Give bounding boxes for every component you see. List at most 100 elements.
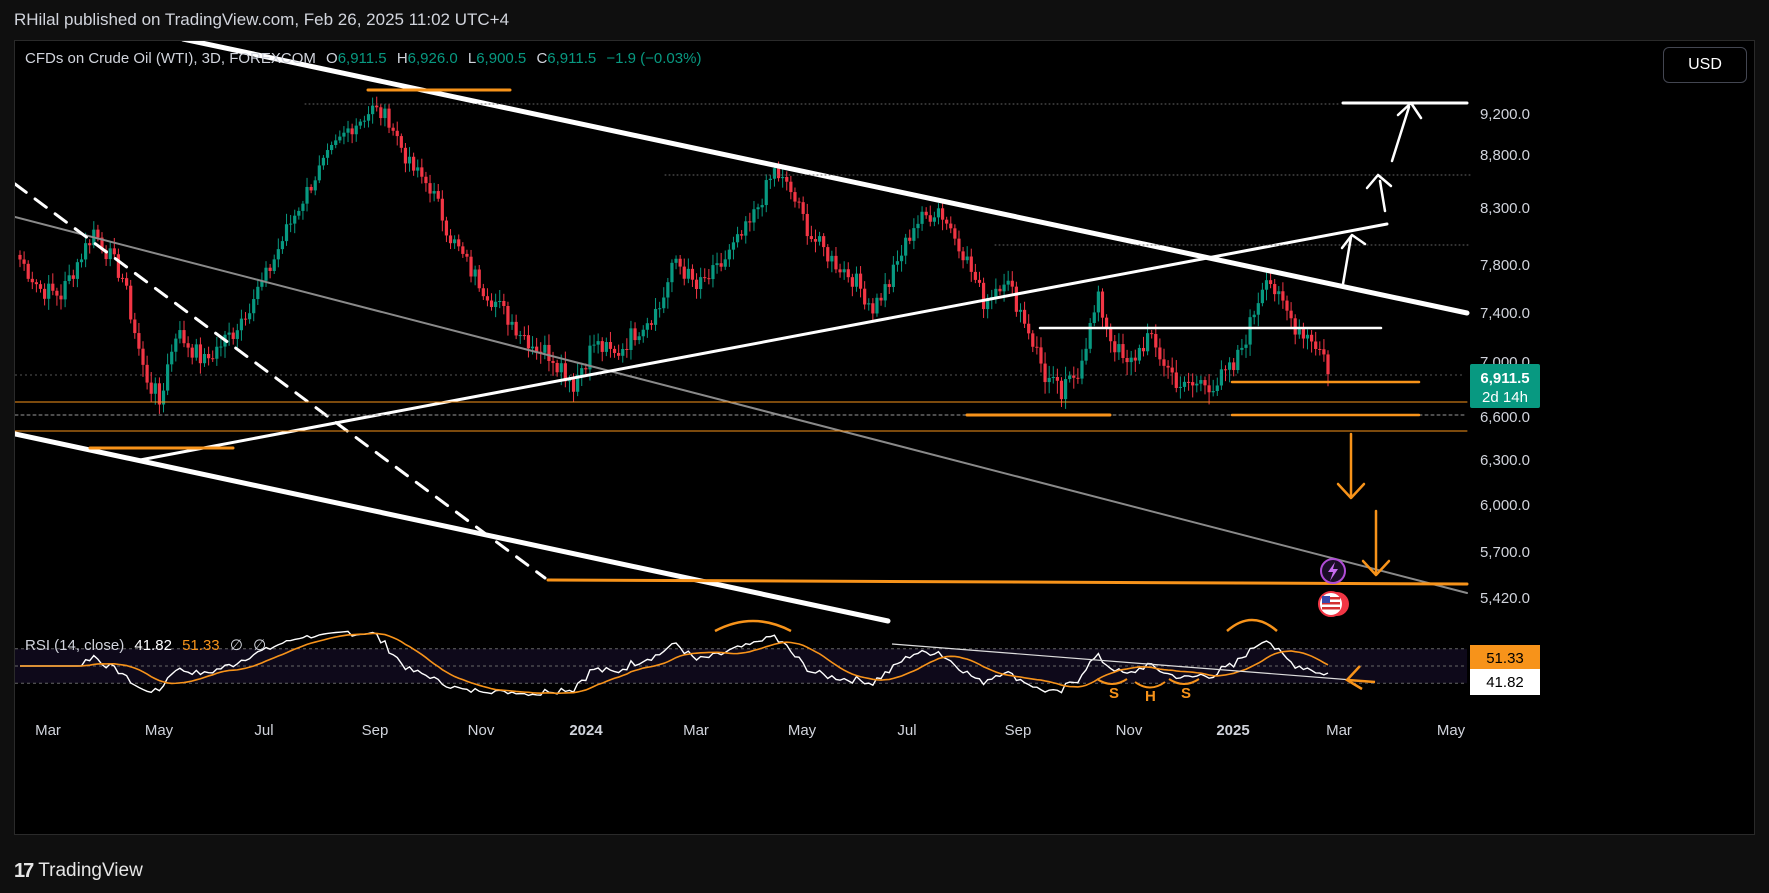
candle-body xyxy=(895,261,900,265)
candle-body xyxy=(522,335,526,337)
up-arrow-2-alpha xyxy=(1377,199,1381,219)
chart-canvas[interactable]: 9,200.08,800.08,300.07,800.07,400.07,000… xyxy=(15,41,1756,836)
candle-body xyxy=(1207,385,1211,393)
candle-body xyxy=(305,186,309,204)
candle-body xyxy=(1121,344,1125,358)
candle-body xyxy=(186,343,190,348)
candle-body xyxy=(346,128,350,133)
candle-body xyxy=(284,224,289,242)
candle-body xyxy=(875,297,879,314)
candle-body xyxy=(289,223,293,225)
price-tick-label: 6,000.0 xyxy=(1480,497,1530,514)
candle-body xyxy=(112,248,116,255)
candle-body xyxy=(88,243,92,246)
candle-body xyxy=(453,239,457,244)
candle-body xyxy=(510,321,514,325)
candle-body xyxy=(887,284,891,287)
time-tick-label: Jul xyxy=(897,722,916,739)
candle-body xyxy=(932,217,936,222)
candle-body xyxy=(120,277,125,279)
candle-body xyxy=(1309,334,1314,342)
candle-body xyxy=(444,220,449,236)
price-tick-label: 6,600.0 xyxy=(1480,409,1530,426)
candle-body xyxy=(342,132,346,137)
candle-body xyxy=(1162,359,1166,366)
candle-body xyxy=(34,282,39,285)
candle-body xyxy=(608,342,613,349)
rsi-arc-1 xyxy=(714,619,792,633)
candle-body xyxy=(604,342,608,352)
us-flag-event-icon[interactable] xyxy=(1318,591,1349,617)
candle-body xyxy=(592,344,596,346)
candle-body xyxy=(448,235,453,244)
rsi-arc-2 xyxy=(1226,618,1278,632)
price-axis: 9,200.08,800.08,300.07,800.07,400.07,000… xyxy=(1480,106,1530,607)
candle-body xyxy=(264,267,268,281)
candle-body xyxy=(690,268,695,280)
candle-body xyxy=(477,269,481,289)
candle-body xyxy=(1133,357,1137,361)
tradingview-logo[interactable]: 17 TradingView xyxy=(14,858,143,884)
candle-body xyxy=(174,338,178,352)
candle-body xyxy=(1318,348,1322,350)
candle-body xyxy=(953,228,957,239)
candle-body xyxy=(1244,344,1248,348)
candle-body xyxy=(1182,381,1187,387)
candle-body xyxy=(211,358,215,360)
candle-body xyxy=(1260,289,1264,304)
candle-body xyxy=(625,349,629,351)
candle-body xyxy=(280,241,285,250)
candle-body xyxy=(420,167,424,177)
candle-body xyxy=(18,254,22,260)
candle-body xyxy=(1022,309,1027,324)
candle-body xyxy=(1223,369,1228,371)
legend-h-value: 6,926.0 xyxy=(408,50,458,67)
candle-body xyxy=(338,136,342,141)
candle-body xyxy=(1043,363,1047,383)
currency-button[interactable]: USD xyxy=(1663,47,1747,83)
candle-body xyxy=(1277,291,1281,295)
candle-body xyxy=(1240,347,1244,350)
candle-body xyxy=(813,239,818,242)
candle-body xyxy=(485,296,490,301)
legend-symbol: CFDs on Crude Oil (WTI), 3D, FOREXCOM xyxy=(25,50,316,67)
candle-body xyxy=(543,344,547,353)
lightning-event-icon[interactable] xyxy=(1320,558,1346,584)
candle-body xyxy=(416,167,420,171)
candle-body xyxy=(883,284,887,301)
rsi-legend-name: RSI (14, close) xyxy=(25,637,124,654)
candle-body xyxy=(711,265,715,280)
candle-body xyxy=(129,285,133,320)
candle-body xyxy=(899,255,904,262)
candle-body xyxy=(1178,386,1182,388)
candle-body xyxy=(1002,284,1006,292)
candle-body xyxy=(1285,300,1289,311)
time-tick-label: 2024 xyxy=(569,722,603,739)
candle-body xyxy=(928,215,932,222)
candle-body xyxy=(514,321,518,336)
chart-frame[interactable]: 9,200.0 8,800.0 8,300.0 7,800.0 7,400.0 7,000… xyxy=(14,40,1755,835)
candle-body xyxy=(321,157,326,166)
candle-body xyxy=(530,346,535,349)
candle-body xyxy=(1248,317,1252,345)
candle-body xyxy=(1104,317,1109,329)
candle-body xyxy=(1137,347,1141,361)
candle-body xyxy=(1092,312,1096,324)
candle-body xyxy=(457,239,461,247)
candle-body xyxy=(834,255,838,270)
dashed-trendline xyxy=(15,182,547,580)
candle-body xyxy=(637,336,641,341)
candle-body xyxy=(735,234,740,243)
candle-body xyxy=(235,330,239,339)
candle-body xyxy=(252,299,256,314)
candle-body xyxy=(276,249,280,260)
candle-body xyxy=(1010,280,1014,287)
candle-body xyxy=(641,329,645,337)
candle-body xyxy=(1031,333,1035,347)
candle-body xyxy=(1096,291,1100,313)
candle-body xyxy=(1018,309,1023,312)
candle-body xyxy=(653,308,658,325)
time-tick-label: Sep xyxy=(1005,722,1032,739)
candle-body xyxy=(1256,303,1260,315)
candle-body xyxy=(1252,314,1256,318)
